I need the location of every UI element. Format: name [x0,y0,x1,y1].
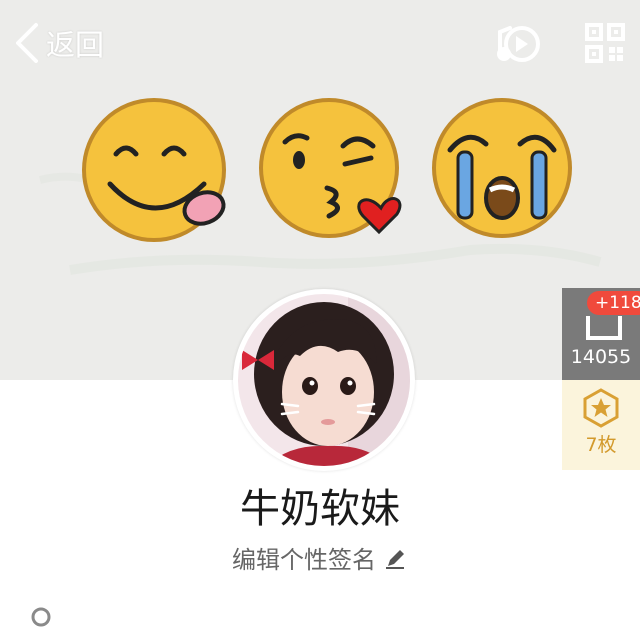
visitor-counter-button[interactable]: +118 14055 [562,288,640,380]
avatar-photo [238,294,410,466]
visitor-count: 14055 [570,346,632,368]
top-navigation-bar: 返回 [0,0,640,86]
avatar[interactable] [233,289,415,471]
back-label: 返回 [46,28,105,62]
medal-button[interactable]: 7枚 [562,380,640,470]
qr-code-icon[interactable] [585,23,625,63]
visitor-icon [586,316,622,340]
chevron-left-icon [16,23,38,63]
visitor-badge: +118 [587,291,640,315]
edit-signature-button[interactable]: 编辑个性签名 [0,540,640,575]
signature-label: 编辑个性签名 [232,546,376,574]
profile-nickname: 牛奶软妹 [240,486,400,532]
back-button[interactable]: 返回 [14,22,104,64]
location-icon [31,607,51,627]
side-stats-panel: +118 14055 7枚 [562,288,640,470]
medal-count: 7枚 [585,434,617,456]
tongue-out-emoji-icon [82,98,226,242]
pencil-icon [386,549,404,569]
star-medal-icon [583,388,619,428]
music-disc-icon[interactable] [496,22,542,66]
crying-emoji-icon [432,98,572,238]
kiss-wink-emoji-icon [259,98,402,238]
